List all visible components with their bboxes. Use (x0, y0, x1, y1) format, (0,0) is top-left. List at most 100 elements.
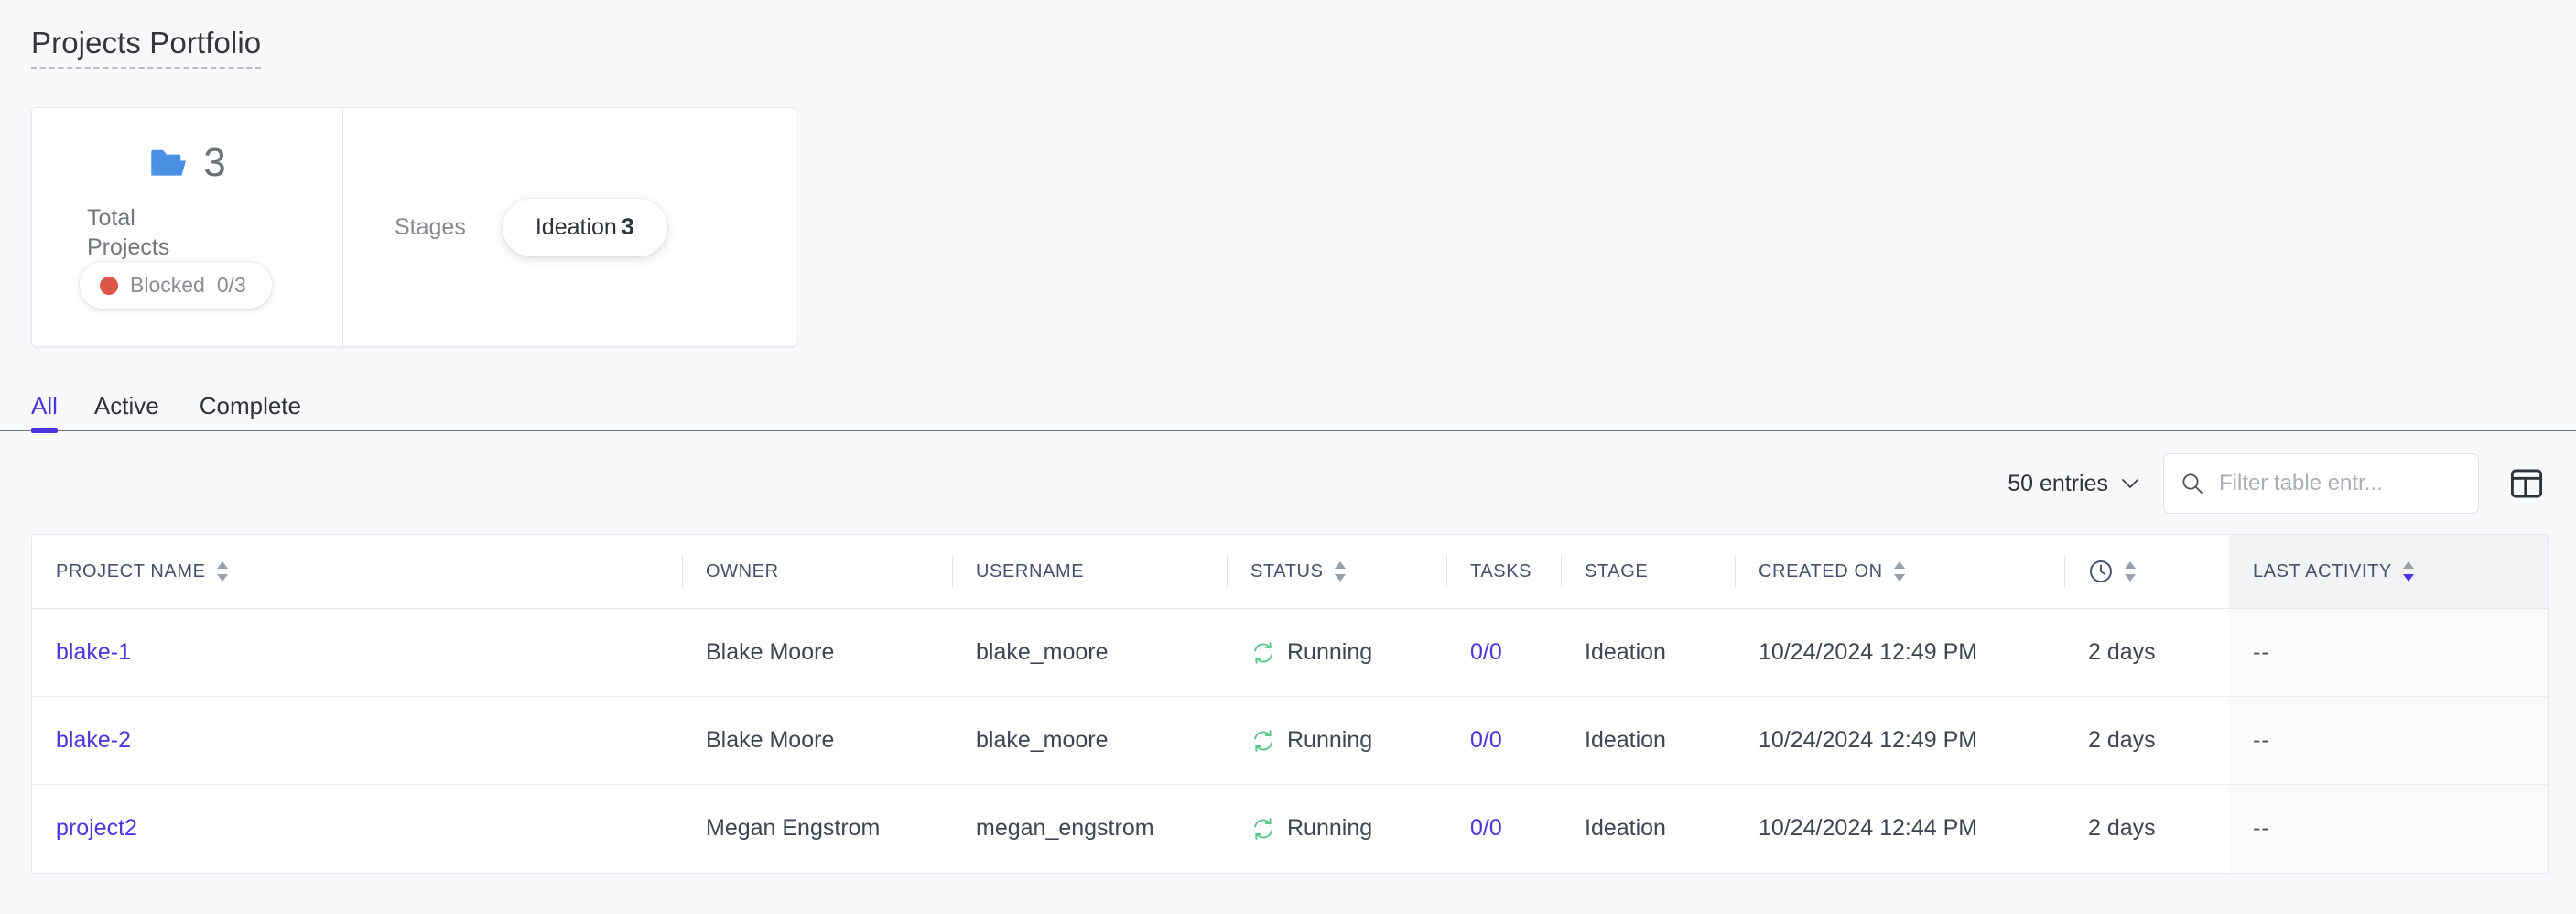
cell-last-activity: -- (2229, 608, 2548, 697)
stage-pill-ideation[interactable]: Ideation 3 (502, 198, 667, 256)
page-header: Projects Portfolio (0, 0, 2576, 69)
table-header-row: PROJECT NAME OWNER USERNAME STATUS TASKS… (32, 535, 2548, 609)
status-label: Running (1287, 727, 1373, 753)
stages-card: Stages Ideation 3 (343, 108, 796, 346)
table-layout-button[interactable] (2505, 462, 2549, 506)
sort-toggle-icon[interactable] (2123, 560, 2138, 583)
table-layout-icon (2510, 468, 2543, 499)
tasks-link[interactable]: 0/0 (1470, 639, 1502, 665)
project-link[interactable]: blake-1 (56, 639, 131, 665)
column-label-project-name: PROJECT NAME (56, 560, 206, 582)
sort-toggle-icon[interactable] (215, 560, 230, 583)
column-label-tasks: TASKS (1470, 560, 1532, 582)
cell-last-activity: -- (2229, 696, 2548, 785)
column-label-stage: STAGE (1585, 560, 1649, 582)
entries-per-page-select[interactable]: 50 entries (2004, 465, 2143, 503)
project-link[interactable]: blake-2 (56, 727, 131, 753)
total-projects-count-row: 3 (32, 143, 342, 183)
cell-username: blake_moore (952, 608, 1227, 697)
column-header-username: USERNAME (952, 535, 1227, 609)
column-label-username: USERNAME (976, 560, 1085, 582)
cell-duration: 2 days (2064, 608, 2229, 697)
table-row[interactable]: blake-2 Blake Moore blake_moore Running … (32, 696, 2548, 785)
cell-stage: Ideation (1561, 608, 1735, 697)
cell-tasks: 0/0 (1446, 608, 1561, 697)
cell-stage: Ideation (1561, 784, 1735, 873)
cell-stage: Ideation (1561, 696, 1735, 785)
status-label: Running (1287, 639, 1373, 665)
column-label-owner: OWNER (706, 560, 779, 582)
column-label-last-activity: LAST ACTIVITY (2253, 560, 2392, 582)
cell-owner: Megan Engstrom (682, 784, 952, 873)
page-title: Projects Portfolio (31, 26, 262, 69)
cell-last-activity: -- (2229, 784, 2548, 873)
cell-duration: 2 days (2064, 696, 2229, 785)
sync-icon (1250, 728, 1276, 754)
table-body: blake-1 Blake Moore blake_moore Running … (32, 608, 2548, 873)
column-header-tasks: TASKS (1446, 535, 1561, 609)
cell-status: Running (1227, 784, 1446, 873)
search-input[interactable] (2219, 471, 2462, 496)
table-head: PROJECT NAME OWNER USERNAME STATUS TASKS… (32, 535, 2548, 609)
sort-toggle-icon[interactable] (1892, 560, 1907, 583)
cell-project-name: project2 (32, 784, 682, 873)
project-link[interactable]: project2 (56, 815, 137, 841)
total-projects-count: 3 (203, 140, 226, 185)
column-header-project-name[interactable]: PROJECT NAME (32, 535, 682, 609)
column-label-created-on: CREATED ON (1759, 560, 1883, 582)
stage-pill-name: Ideation (535, 213, 617, 240)
status-label: Running (1287, 815, 1373, 842)
table-row[interactable]: project2 Megan Engstrom megan_engstrom R… (32, 784, 2548, 873)
search-icon (2181, 472, 2204, 495)
table-toolbar: 50 entries (0, 431, 2576, 534)
total-projects-label: Total Projects (87, 205, 170, 260)
cell-owner: Blake Moore (682, 608, 952, 697)
cell-created-on: 10/24/2024 12:49 PM (1735, 696, 2064, 785)
column-header-owner: OWNER (682, 535, 952, 609)
column-header-created-on[interactable]: CREATED ON (1735, 535, 2064, 609)
cell-owner: Blake Moore (682, 696, 952, 785)
table-row[interactable]: blake-1 Blake Moore blake_moore Running … (32, 608, 2548, 697)
cell-status: Running (1227, 608, 1446, 697)
projects-table: PROJECT NAME OWNER USERNAME STATUS TASKS… (32, 535, 2548, 873)
tab-active[interactable]: Active (74, 394, 179, 430)
column-label-status: STATUS (1250, 560, 1324, 582)
summary-cards: 3 Total Projects Blocked 0/3 Stages Idea… (31, 107, 796, 347)
clock-icon (2088, 559, 2114, 584)
sync-icon (1250, 640, 1276, 666)
sort-toggle-icon[interactable] (1333, 560, 1348, 583)
cell-username: blake_moore (952, 696, 1227, 785)
column-header-status[interactable]: STATUS (1227, 535, 1446, 609)
column-header-duration[interactable] (2064, 535, 2229, 609)
stages-label: Stages (395, 213, 466, 240)
blocked-label: Blocked (130, 273, 205, 297)
cell-status: Running (1227, 696, 1446, 785)
tasks-link[interactable]: 0/0 (1470, 815, 1502, 841)
cell-tasks: 0/0 (1446, 784, 1561, 873)
cell-tasks: 0/0 (1446, 696, 1561, 785)
table-search-box[interactable] (2163, 453, 2479, 514)
entries-per-page-label: 50 entries (2008, 470, 2108, 496)
tasks-link[interactable]: 0/0 (1470, 727, 1502, 753)
total-projects-card: 3 Total Projects Blocked 0/3 (32, 108, 343, 346)
blocked-value: 0/3 (216, 273, 246, 297)
filter-tabs: All Active Complete (0, 375, 2576, 433)
projects-table-container: PROJECT NAME OWNER USERNAME STATUS TASKS… (31, 534, 2549, 874)
cell-username: megan_engstrom (952, 784, 1227, 873)
cell-created-on: 10/24/2024 12:44 PM (1735, 784, 2064, 873)
cell-created-on: 10/24/2024 12:49 PM (1735, 608, 2064, 697)
chevron-down-icon (2121, 478, 2139, 489)
stage-pill-count: 3 (621, 213, 634, 240)
tab-complete[interactable]: Complete (179, 394, 321, 430)
tab-all[interactable]: All (31, 394, 74, 433)
blocked-dot-icon (100, 276, 118, 295)
sync-icon (1250, 816, 1276, 842)
folder-icon (148, 147, 189, 180)
column-header-last-activity[interactable]: LAST ACTIVITY (2229, 535, 2548, 609)
cell-project-name: blake-1 (32, 608, 682, 697)
cell-duration: 2 days (2064, 784, 2229, 873)
blocked-status-badge[interactable]: Blocked 0/3 (80, 262, 272, 309)
cell-project-name: blake-2 (32, 696, 682, 785)
column-header-stage: STAGE (1561, 535, 1735, 609)
sort-toggle-icon-active-desc[interactable] (2401, 560, 2416, 583)
